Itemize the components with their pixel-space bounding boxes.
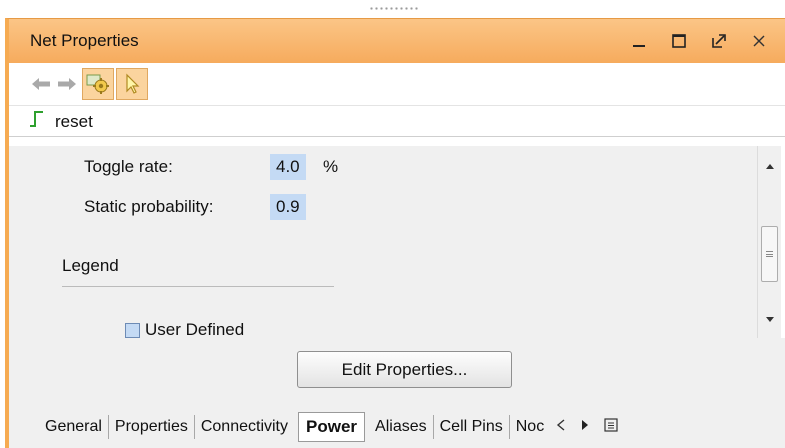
static-probability-label: Static probability: xyxy=(84,197,214,216)
tab-scroll-right-icon[interactable] xyxy=(580,418,590,436)
close-icon[interactable] xyxy=(747,29,771,53)
window-controls xyxy=(627,29,771,53)
user-defined-label: User Defined xyxy=(145,320,245,339)
tab-connectivity[interactable]: Connectivity xyxy=(195,415,294,439)
net-name: reset xyxy=(55,111,93,131)
net-properties-panel: Net Properties reset Toggle rate: 4.0 % … xyxy=(5,18,785,448)
toggle-rate-value: 4.0 xyxy=(270,154,306,180)
toggle-rate-unit: % xyxy=(323,157,339,176)
scroll-down-icon[interactable] xyxy=(764,314,776,326)
back-arrow-icon[interactable] xyxy=(28,69,54,99)
maximize-icon[interactable] xyxy=(667,29,691,53)
edit-properties-button[interactable]: Edit Properties... xyxy=(297,351,512,388)
static-probability-value: 0.9 xyxy=(270,194,306,220)
scroll-up-icon[interactable] xyxy=(764,160,776,172)
tab-cell-pins[interactable]: Cell Pins xyxy=(434,415,510,439)
tab-noc[interactable]: Noc xyxy=(510,415,550,439)
vertical-scrollbar[interactable] xyxy=(757,146,781,338)
tab-general[interactable]: General xyxy=(39,415,109,439)
tab-list-icon[interactable] xyxy=(604,417,618,437)
tab-navigation xyxy=(556,417,618,437)
net-signal-icon xyxy=(29,110,45,133)
window-title: Net Properties xyxy=(30,31,139,50)
tab-power[interactable]: Power xyxy=(298,412,366,442)
user-defined-swatch xyxy=(125,323,140,338)
toggle-rate-label: Toggle rate: xyxy=(84,157,173,176)
select-pointer-icon[interactable] xyxy=(116,68,148,100)
legend-divider xyxy=(62,286,334,287)
tab-bar: General Properties Connectivity Power Al… xyxy=(9,409,785,445)
float-icon[interactable] xyxy=(707,29,731,53)
scroll-thumb[interactable] xyxy=(761,226,778,282)
minimize-icon[interactable] xyxy=(627,29,651,53)
toolbar xyxy=(9,63,785,106)
title-bar: Net Properties xyxy=(9,19,785,63)
grip-icon xyxy=(766,251,773,257)
tab-scroll-left-icon[interactable] xyxy=(556,418,566,436)
net-header: reset xyxy=(9,107,785,137)
tab-properties[interactable]: Properties xyxy=(109,415,195,439)
drag-handle[interactable] xyxy=(369,6,419,12)
power-properties-content: Toggle rate: 4.0 % Static probability: 0… xyxy=(9,146,757,339)
forward-arrow-icon[interactable] xyxy=(54,69,80,99)
panel-footer: Edit Properties... General Properties Co… xyxy=(9,338,785,448)
legend-title: Legend xyxy=(62,256,119,275)
tab-aliases[interactable]: Aliases xyxy=(369,415,434,439)
auto-update-icon[interactable] xyxy=(82,68,114,100)
